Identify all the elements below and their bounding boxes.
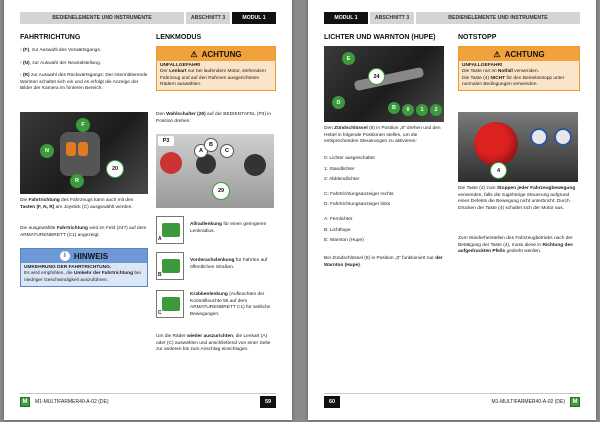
label-1: 1 <box>416 104 428 116</box>
paragraph-direction-buttons: Die Fahrtrichtung des Fahrzeugs kann auc… <box>20 198 134 210</box>
paragraph-realign: Um die Räder wieder auszurichten, die Le… <box>156 334 271 353</box>
header-module: MODUL 1 <box>324 12 368 24</box>
brand-logo-icon: M <box>20 397 30 407</box>
label-c: C <box>220 144 234 158</box>
label-0: 0 <box>402 104 414 116</box>
info-icon: i <box>59 251 70 261</box>
steering-mode-c-icon: C <box>156 290 184 318</box>
page-header: MODUL 1 ABSCHNITT 3 BEDIENELEMENTE UND I… <box>324 12 580 24</box>
label-e: E <box>342 52 355 65</box>
warning-triangle-icon: ⚠ <box>190 49 198 59</box>
list-item: D: Fahrtrichtungsanzeiger links <box>324 202 391 208</box>
page-right: MODUL 1 ABSCHNITT 3 BEDIENELEMENTE UND I… <box>308 0 596 420</box>
steering-mode-b-icon: B <box>156 252 184 280</box>
paragraph-restore: Zum Wiederherstellen des Fahrzeugbetrieb… <box>458 236 573 255</box>
footer-divider <box>324 393 580 394</box>
paragraph-stop: Die Taste (4) zum Stoppen jeder Fahrzeug… <box>458 186 576 211</box>
page-number: 60 <box>324 396 340 408</box>
emergency-stop-photo: 4 <box>458 112 578 182</box>
header-module: MODUL 1 <box>232 12 276 24</box>
page-number: 59 <box>260 396 276 408</box>
label-b: B <box>388 102 400 114</box>
section-title-lights: LICHTER UND WARNTON (HUPE) <box>324 34 436 41</box>
label-24: 24 <box>368 68 385 85</box>
steering-mode-b-text: Vorderachslenkung für Fahrten auf öffent… <box>190 258 268 270</box>
paragraph-horn-only: Bei Zündschlüssel (8) in Position „0“ fu… <box>324 256 443 268</box>
steering-mode-c-text: Krabbenlenkung (Aufleuchten der Kontroll… <box>190 292 271 317</box>
info-title: i HINWEIS <box>21 249 147 263</box>
paragraph-direction-display: Die ausgewählte Fahrtrichtung wird im Fe… <box>20 226 147 238</box>
warning-title: ⚠ ACHTUNG <box>157 47 275 61</box>
label-n: N <box>40 144 54 158</box>
warning-box: ⚠ ACHTUNG UNFALLGEFAHR! Die Taste nur im … <box>458 46 580 92</box>
page-left: BEDIENELEMENTE UND INSTRUMENTE ABSCHNITT… <box>4 0 292 420</box>
list-item: 2: Abblendlichter <box>324 177 360 183</box>
page-footer: M M1-MULTIFARMER40-A-02 (DE) 59 <box>20 396 276 408</box>
header-section: BEDIENELEMENTE UND INSTRUMENTE <box>20 12 184 24</box>
warning-box: ⚠ ACHTUNG UNFALLGEFAHR! Der Lenkart nur b… <box>156 46 276 92</box>
list-item: B: Lichthupe <box>324 227 351 233</box>
info-text: Es wird empfohlen, die Umkehr der Fahrtr… <box>24 271 141 283</box>
steering-mode-a-text: Allradlenkung für einen geringeren Lenkr… <box>190 222 267 234</box>
page-header: BEDIENELEMENTE UND INSTRUMENTE ABSCHNITT… <box>20 12 276 24</box>
warning-text-2: Die Taste (4) NICHT für den Betriebsstop… <box>462 75 565 87</box>
label-29: 29 <box>212 182 230 200</box>
label-p3: P3 <box>158 136 174 146</box>
list-item: › (N), zur Auswahl der Neutralstellung. <box>20 60 102 66</box>
label-20: 20 <box>106 160 124 178</box>
section-title-fahrtrichtung: FAHRTRICHTUNG <box>20 34 81 41</box>
footer-divider <box>20 393 276 394</box>
list-item: › (R) zur Auswahl des Rückwärtsgangs: De… <box>20 73 148 92</box>
label-4: 4 <box>490 162 507 179</box>
list-item: › (F), zur Auswahl des Vorwärtsgangs. <box>20 48 102 53</box>
list-item: 1: Standlichter <box>324 166 355 172</box>
label-2: 2 <box>430 104 442 116</box>
paragraph-selector: Den Wahlschalter (29) auf der BEDIENTAFE… <box>156 112 272 124</box>
warning-text: Der Lenkart nur bei laufendem Motor, ste… <box>160 69 266 87</box>
list-item: 0: Lichter ausgeschaltet <box>324 156 375 161</box>
header-section: BEDIENELEMENTE UND INSTRUMENTE <box>416 12 580 24</box>
header-chapter: ABSCHNITT 3 <box>186 12 230 24</box>
section-title-lenkmodus: LENKMODUS <box>156 34 202 41</box>
header-chapter: ABSCHNITT 3 <box>370 12 414 24</box>
brand-logo-icon: M <box>570 397 580 407</box>
lever-positions-list: 0: Lichter ausgeschaltet 1: Standlichter… <box>324 156 444 245</box>
warning-triangle-icon: ⚠ <box>493 49 501 59</box>
list-item: E: Warnton (Hupe) <box>324 238 364 244</box>
list-item: C: Fahrtrichtungsanzeiger rechts <box>324 191 394 197</box>
warning-title: ⚠ ACHTUNG <box>459 47 579 61</box>
direction-list: › (F), zur Auswahl des Vorwärtsgangs. › … <box>20 48 148 93</box>
info-box: i HINWEIS UMKEHRUNG DER FAHRTRICHTUNG. Es… <box>20 248 148 287</box>
footer-doc-code: M1-MULTIFARMER40-A-02 (DE) <box>35 399 109 405</box>
light-lever-photo: E 24 D B 0 1 2 <box>324 46 444 122</box>
paragraph-ignition: Den Zündschlüssel (8) in Position „8“ dr… <box>324 126 441 145</box>
joystick-photo: F N R 20 <box>20 112 148 194</box>
section-title-notstopp: NOTSTOPP <box>458 34 497 41</box>
label-f: F <box>76 118 90 132</box>
footer-doc-code: M1-MULTIFARMER40-A-02 (DE) <box>491 399 565 405</box>
page-footer: 60 M1-MULTIFARMER40-A-02 (DE) M <box>324 396 580 408</box>
label-d: D <box>332 96 345 109</box>
label-r: R <box>70 174 84 188</box>
selector-panel-photo: P3 A B C 29 <box>156 134 274 208</box>
list-item: A: Fernlichter <box>324 216 353 222</box>
steering-mode-a-icon: A <box>156 216 184 244</box>
label-b: B <box>204 138 218 152</box>
